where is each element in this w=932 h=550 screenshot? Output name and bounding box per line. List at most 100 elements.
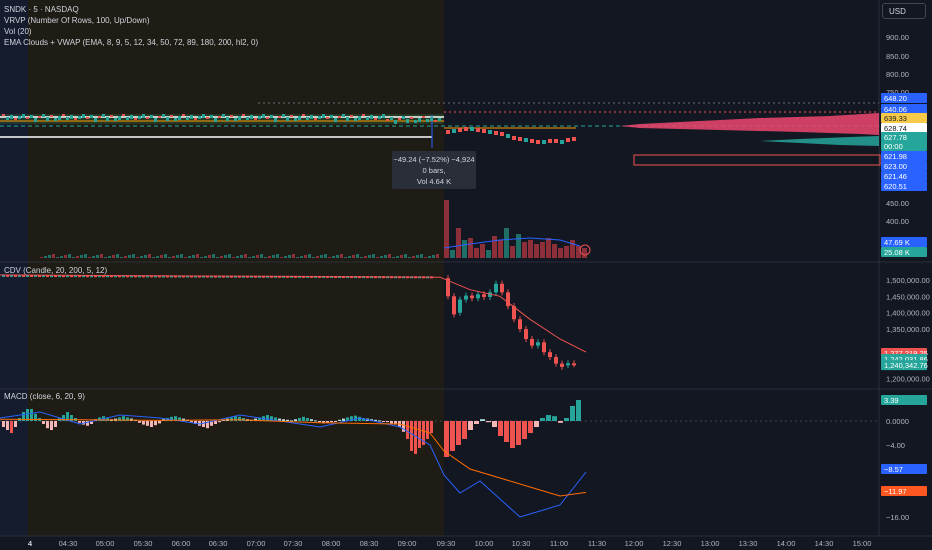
volume-bar <box>340 254 343 258</box>
macd-bar <box>468 421 473 430</box>
macd-bar <box>576 400 581 421</box>
macd-bar <box>546 415 551 421</box>
volume-label: 25.08 K <box>884 248 910 257</box>
volume-bar <box>486 250 491 258</box>
volume-bar <box>244 254 247 258</box>
price-label: 640.06 <box>884 105 907 114</box>
macd-title[interactable]: MACD (close, 6, 20, 9) <box>4 391 85 402</box>
volume-bar <box>324 254 327 258</box>
macd-tick: 0.0000 <box>886 417 909 426</box>
cdv-label: 1,240,342.76 <box>884 361 928 370</box>
macd-bar <box>382 421 385 422</box>
price-candle <box>548 139 552 143</box>
price-candle <box>452 129 456 133</box>
price-candle <box>202 114 205 118</box>
price-candle <box>218 116 221 118</box>
volume-bar <box>140 256 143 258</box>
vrvp-profile-up <box>760 136 879 146</box>
macd-bar <box>78 421 81 423</box>
volume-bar <box>188 256 191 258</box>
price-candle <box>18 116 21 119</box>
volume-bar <box>92 256 95 258</box>
price-label: 621.46 <box>884 172 907 181</box>
price-candle <box>362 114 365 116</box>
volume-bar <box>264 257 267 258</box>
time-tick: 04:30 <box>59 539 78 548</box>
price-candle <box>42 114 45 117</box>
macd-bar <box>474 421 479 424</box>
time-tick: 11:00 <box>550 539 568 548</box>
price-candle <box>350 115 353 117</box>
macd-bar <box>338 419 341 421</box>
price-candle <box>506 134 510 138</box>
price-candle <box>10 115 13 119</box>
price-label: 639.33 <box>884 114 907 123</box>
price-tick: 850.00 <box>886 52 909 61</box>
time-tick: 09:30 <box>437 539 456 548</box>
time-tick: 07:30 <box>284 539 303 548</box>
volume-bar <box>364 256 367 258</box>
volume-bar <box>564 246 569 258</box>
volume-bar <box>112 255 115 258</box>
volume-bar <box>570 240 575 258</box>
volume-bar <box>160 255 163 258</box>
macd-bar <box>238 416 241 421</box>
price-candle <box>2 114 5 116</box>
macd-bar <box>142 421 145 425</box>
vrvp-profile-down <box>620 113 879 135</box>
currency-button[interactable]: USD <box>882 3 926 19</box>
price-candle <box>190 115 193 119</box>
volume-bar <box>444 200 449 258</box>
macd-bar <box>516 421 521 445</box>
price-candle <box>266 117 269 119</box>
volume-bar <box>240 255 243 258</box>
time-tick: 14:00 <box>777 539 796 548</box>
volume-bar <box>256 255 259 258</box>
price-candle <box>162 114 165 117</box>
indicator-vrvp[interactable]: VRVP (Number Of Rows, 100, Up/Down) <box>4 15 258 26</box>
price-candle <box>390 117 393 120</box>
cdv-candle <box>458 299 462 313</box>
price-candle <box>242 114 245 116</box>
volume-bar <box>88 257 91 258</box>
macd-bar <box>406 421 409 439</box>
indicator-ema-clouds[interactable]: EMA Clouds + VWAP (EMA, 8, 9, 5, 12, 34,… <box>4 37 258 48</box>
volume-bar <box>152 257 155 258</box>
price-candle <box>106 117 109 121</box>
price-candle <box>530 139 534 143</box>
macd-bar <box>202 421 205 427</box>
price-candle <box>258 116 261 119</box>
volume-bar <box>450 250 455 258</box>
tooltip-volume: Vol 4.64 K <box>416 177 452 186</box>
price-candle <box>286 117 289 121</box>
cdv-candle <box>494 283 498 293</box>
symbol-title[interactable]: SNDK · 5 · NASDAQ <box>4 4 258 15</box>
price-candle <box>370 115 373 119</box>
macd-bar <box>266 415 269 421</box>
volume-bar <box>64 255 67 258</box>
volume-bar <box>380 256 383 258</box>
macd-bar <box>318 421 321 423</box>
price-candle <box>282 114 285 117</box>
indicator-volume[interactable]: Vol (20) <box>4 26 258 37</box>
volume-label: 47.69 K <box>884 238 910 247</box>
volume-bar <box>420 254 423 258</box>
price-candle <box>94 118 97 122</box>
cdv-candle <box>536 342 540 346</box>
price-candle <box>318 116 321 119</box>
volume-bar <box>368 255 371 258</box>
price-candle <box>512 136 516 140</box>
macd-bar <box>334 421 337 422</box>
macd-label: −8.57 <box>884 465 903 474</box>
price-candle <box>572 137 576 141</box>
price-candle <box>378 116 381 119</box>
price-candle <box>306 117 309 120</box>
macd-bar <box>534 421 539 427</box>
price-candle <box>438 118 441 121</box>
price-candle <box>434 120 437 122</box>
volume-bar <box>120 257 123 258</box>
chart-canvas[interactable]: 900.00850.00800.00750.00450.00400.00648.… <box>0 0 932 550</box>
macd-bar <box>540 418 545 421</box>
cdv-title[interactable]: CDV (Candle, 20, 200, 5, 12) <box>4 265 107 276</box>
price-candle <box>366 117 369 120</box>
